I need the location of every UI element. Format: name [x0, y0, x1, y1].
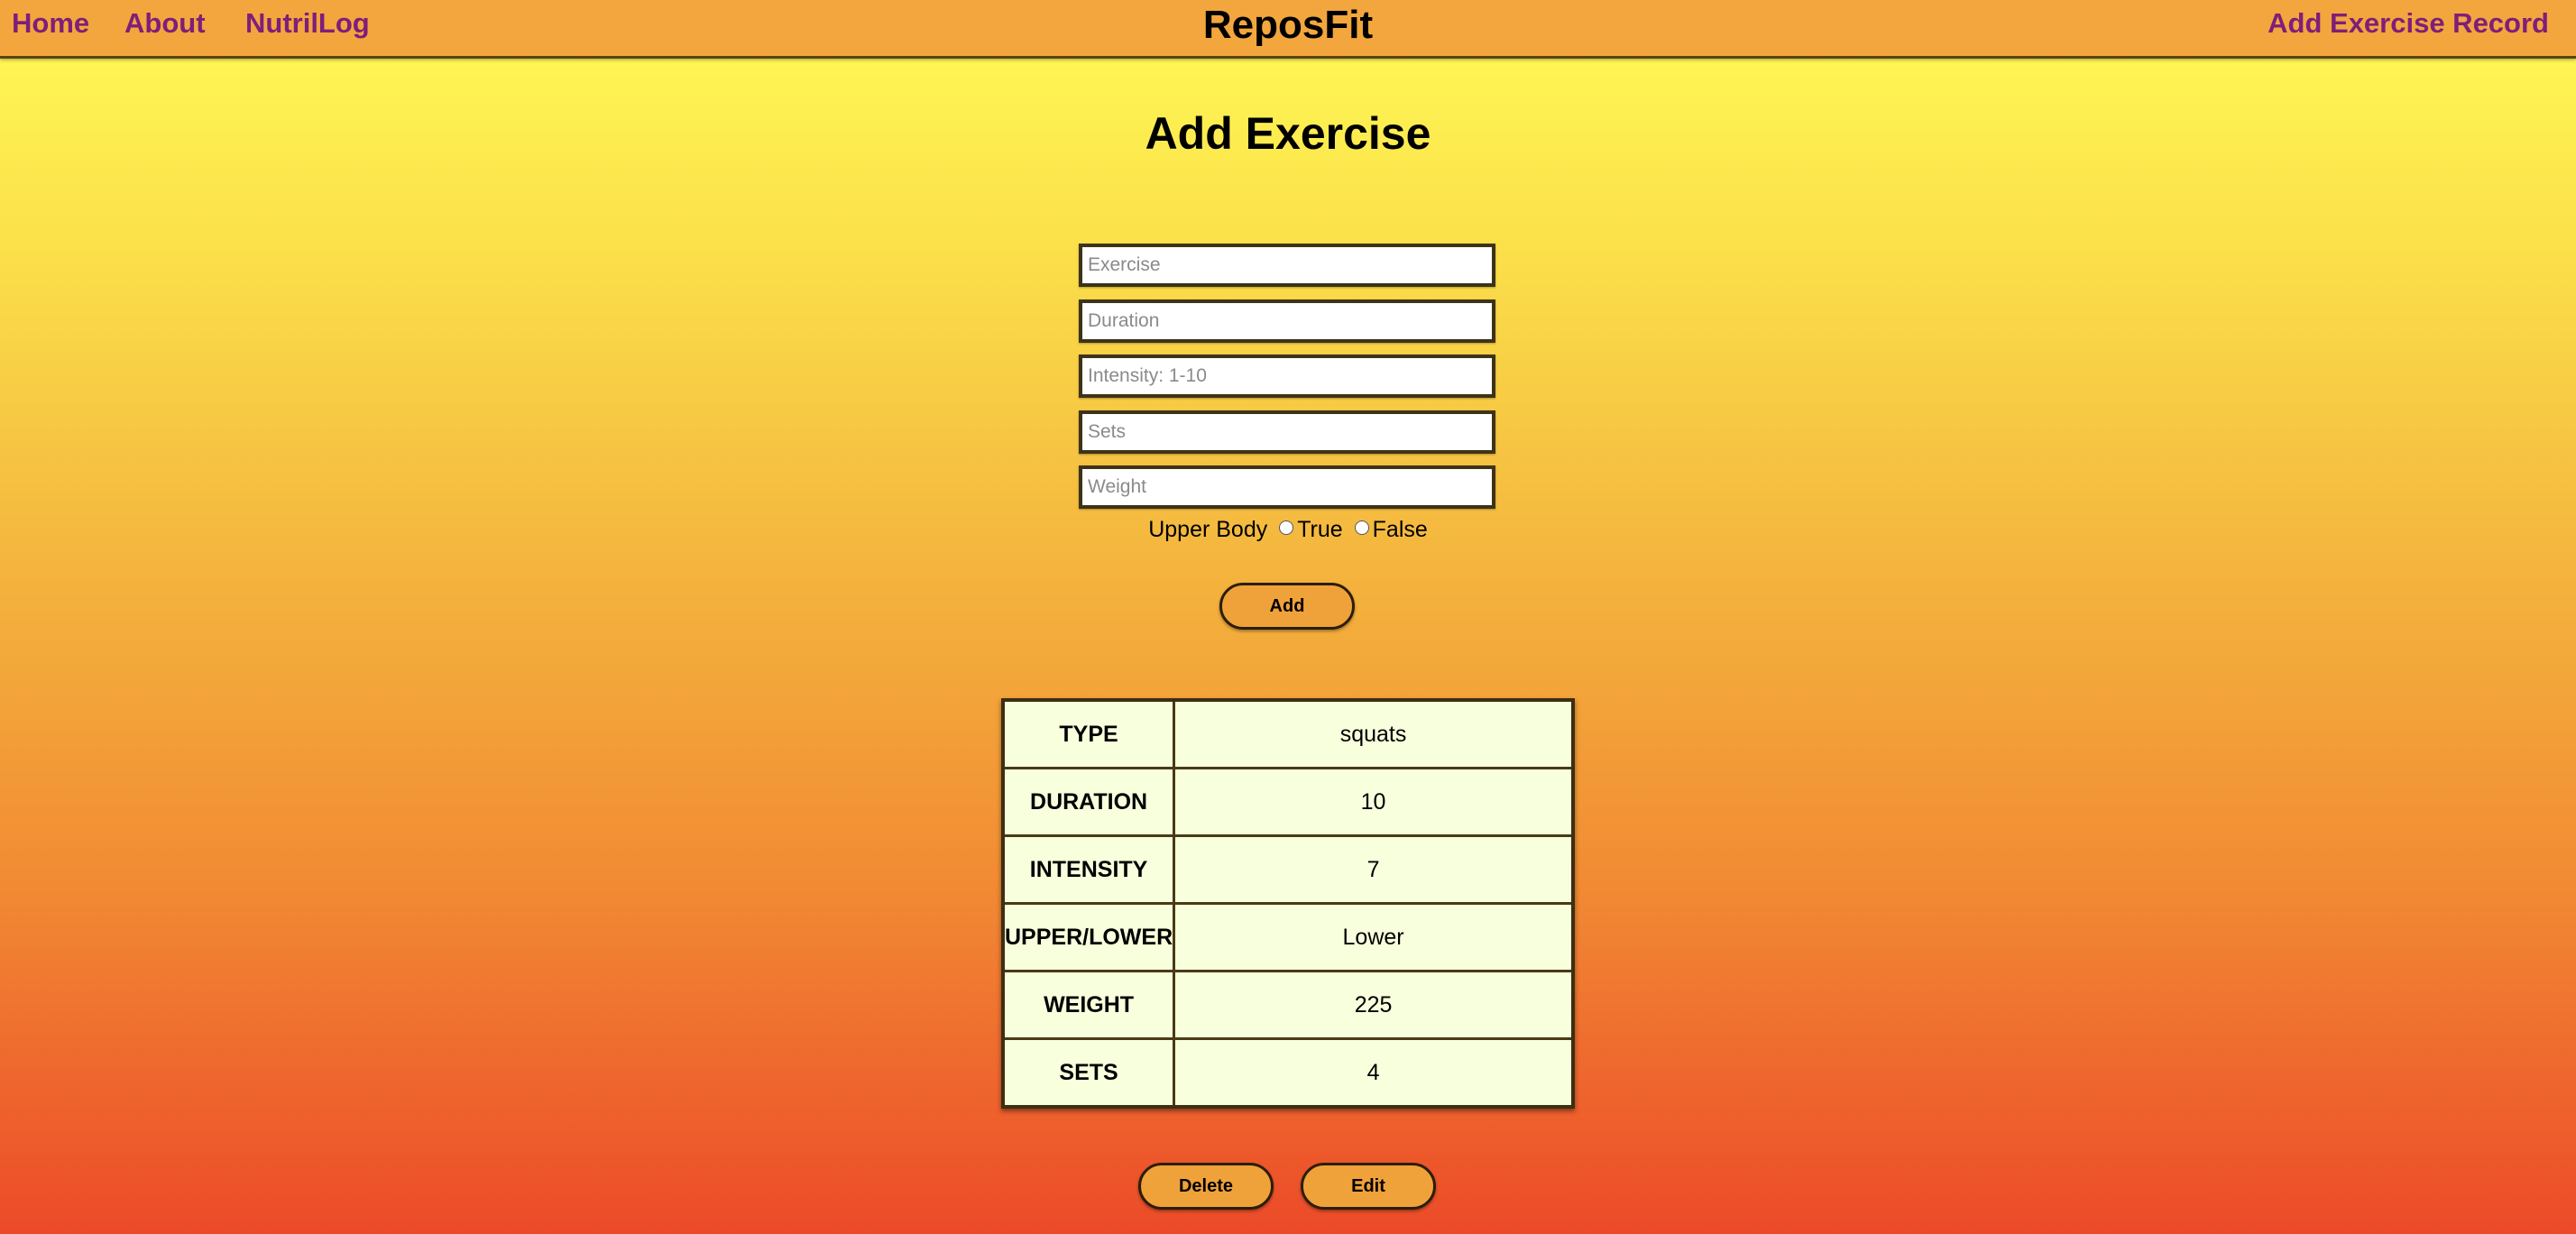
record-field-value: 7: [1173, 834, 1575, 905]
record-field-value: 10: [1173, 767, 1575, 837]
false-label[interactable]: False: [1373, 517, 1428, 542]
record-field-key: DURATION: [1001, 767, 1176, 837]
upper-body-true-radio[interactable]: [1279, 520, 1294, 536]
upper-body-label: Upper Body: [1148, 517, 1268, 542]
table-row: DURATION 10: [1001, 767, 1575, 837]
weight-input[interactable]: [1079, 465, 1495, 509]
record-field-value: 225: [1173, 970, 1575, 1040]
upper-body-radio-group: Upper Body True False: [0, 514, 2576, 545]
exercise-record-table: TYPE squats DURATION 10 INTENSITY 7 UPPER/LOWE…: [1001, 698, 1575, 1109]
table-row: UPPER/LOWER Lower: [1001, 902, 1575, 972]
record-field-key: SETS: [1001, 1037, 1176, 1109]
table-row: TYPE squats: [1001, 698, 1575, 769]
delete-button[interactable]: Delete: [1138, 1163, 1274, 1210]
brand-title: ReposFit: [1202, 3, 1374, 47]
edit-button[interactable]: Edit: [1301, 1163, 1436, 1210]
exercise-input[interactable]: [1079, 244, 1495, 287]
navbar: Home About NutrilLog ReposFit Add Exerci…: [0, 0, 2576, 59]
page-title: Add Exercise: [1145, 108, 1431, 159]
table-row: SETS 4: [1001, 1037, 1575, 1109]
nav-link-add-exercise-record[interactable]: Add Exercise Record: [2268, 7, 2549, 40]
table-row: WEIGHT 225: [1001, 970, 1575, 1040]
true-label[interactable]: True: [1297, 517, 1342, 542]
sets-input[interactable]: [1079, 410, 1495, 454]
table-row: INTENSITY 7: [1001, 834, 1575, 905]
duration-input[interactable]: [1079, 299, 1495, 343]
record-field-value: 4: [1173, 1037, 1575, 1109]
record-field-key: WEIGHT: [1001, 970, 1176, 1040]
record-field-key: INTENSITY: [1001, 834, 1176, 905]
add-button[interactable]: Add: [1219, 583, 1355, 630]
intensity-input[interactable]: [1079, 355, 1495, 398]
upper-body-false-radio[interactable]: [1354, 520, 1369, 536]
nav-link-nutrilog[interactable]: NutrilLog: [245, 7, 370, 40]
nav-link-about[interactable]: About: [124, 7, 206, 40]
record-field-value: Lower: [1173, 902, 1575, 972]
record-field-key: UPPER/LOWER: [1001, 902, 1176, 972]
record-field-key: TYPE: [1001, 698, 1176, 769]
nav-link-home[interactable]: Home: [12, 7, 89, 40]
record-field-value: squats: [1173, 698, 1575, 769]
